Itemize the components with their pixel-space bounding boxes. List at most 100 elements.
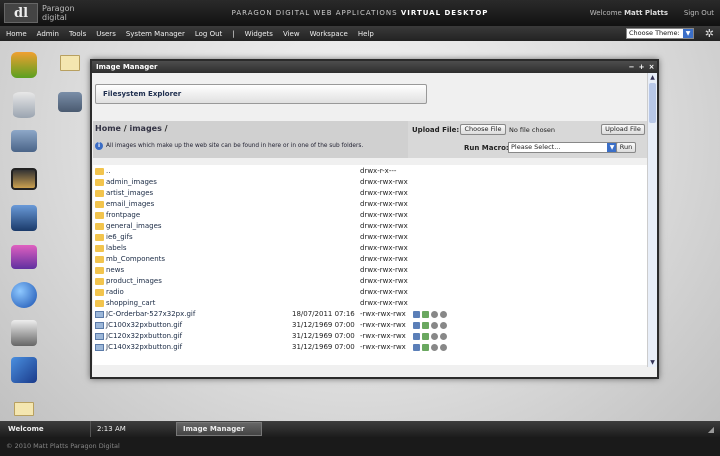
file-row[interactable]: JC140x32pxbutton.gif 31/12/1969 07:00 -rwx… [93, 342, 648, 353]
menu-widgets[interactable]: Widgets [245, 30, 273, 38]
image-preview-icon[interactable] [422, 333, 429, 340]
folder-row[interactable]: shopping_cart drwx-rwx-rwx [93, 298, 648, 309]
folder-row[interactable]: mb_Components drwx-rwx-rwx [93, 254, 648, 265]
globe-icon[interactable] [11, 282, 37, 308]
folder-row[interactable]: labels drwx-rwx-rwx [93, 243, 648, 254]
menu-tools[interactable]: Tools [69, 30, 86, 38]
menu-log-out[interactable]: Log Out [195, 30, 222, 38]
close-icon[interactable]: × [648, 62, 655, 72]
file-list: .. drwx-r-x--- admin_images drwx-rwx-rwx art… [93, 165, 648, 365]
file-name[interactable]: mb_Components [106, 254, 165, 265]
scrollbar[interactable]: ▲ ▼ [647, 73, 657, 367]
info-circle-icon[interactable] [431, 311, 438, 318]
file-name[interactable]: JC-Orderbar-527x32px.gif [106, 309, 195, 320]
taskbar-item-image-manager[interactable]: Image Manager [176, 422, 262, 436]
camera-icon[interactable] [11, 205, 37, 231]
image-gallery-icon[interactable] [11, 245, 37, 269]
delete-circle-icon[interactable] [440, 333, 447, 340]
gear-icon[interactable]: ✲ [705, 27, 714, 40]
menu-system-manager[interactable]: System Manager [126, 30, 185, 38]
breadcrumb-home[interactable]: Home [95, 124, 121, 133]
show-desktop-icon[interactable]: ◢ [708, 425, 714, 434]
drawer-icon[interactable] [11, 130, 37, 152]
photo-icon[interactable] [11, 168, 37, 190]
image-preview-icon[interactable] [422, 322, 429, 329]
folder-row[interactable]: .. drwx-r-x--- [93, 166, 648, 177]
theme-select[interactable]: Choose Theme: ▼ [626, 28, 694, 39]
filesystem-explorer-button[interactable]: Filesystem Explorer [95, 84, 427, 104]
file-name[interactable]: JC120x32pxbutton.gif [106, 331, 182, 342]
monitor-icon[interactable] [413, 311, 420, 318]
folder-row[interactable]: news drwx-rwx-rwx [93, 265, 648, 276]
folder-row[interactable]: email_images drwx-rwx-rwx [93, 199, 648, 210]
scroll-down-icon[interactable]: ▼ [648, 358, 657, 367]
image-preview-icon[interactable] [422, 344, 429, 351]
folder-icon [95, 179, 104, 186]
info-circle-icon[interactable] [431, 333, 438, 340]
file-name[interactable]: frontpage [106, 210, 140, 221]
choose-file-button[interactable]: Choose File [460, 124, 506, 135]
maximize-icon[interactable]: + [638, 62, 645, 72]
file-name[interactable]: admin_images [106, 177, 157, 188]
image-preview-icon[interactable] [422, 311, 429, 318]
file-row[interactable]: JC-Orderbar-527x32px.gif 18/07/2011 07:16… [93, 309, 648, 320]
file-permissions: drwx-rwx-rwx [360, 233, 408, 241]
database-stack-icon[interactable] [11, 52, 37, 78]
folder-row[interactable]: frontpage drwx-rwx-rwx [93, 210, 648, 221]
sign-out-link[interactable]: Sign Out [684, 9, 714, 17]
folder-row[interactable]: artist_images drwx-rwx-rwx [93, 188, 648, 199]
file-name[interactable]: JC100x32pxbutton.gif [106, 320, 182, 331]
edit-tool-icon[interactable] [11, 357, 37, 383]
delete-circle-icon[interactable] [440, 344, 447, 351]
menu-home[interactable]: Home [6, 30, 27, 38]
file-row[interactable]: JC120x32pxbutton.gif 31/12/1969 07:00 -rwx… [93, 331, 648, 342]
folder-row[interactable]: ie6_gifs drwx-rwx-rwx [93, 232, 648, 243]
file-permissions: -rwx-rwx-rwx [360, 310, 406, 318]
folder-row[interactable]: product_images drwx-rwx-rwx [93, 276, 648, 287]
info-circle-icon[interactable] [431, 344, 438, 351]
monitor-icon[interactable] [413, 322, 420, 329]
scroll-up-icon[interactable]: ▲ [648, 73, 657, 82]
folder-row[interactable]: radio drwx-rwx-rwx [93, 287, 648, 298]
delete-circle-icon[interactable] [440, 322, 447, 329]
upload-file-button[interactable]: Upload File [601, 124, 645, 135]
file-row[interactable]: JC100x32pxbutton.gif 31/12/1969 07:00 -rwx… [93, 320, 648, 331]
minimize-icon[interactable]: − [628, 62, 635, 72]
run-button[interactable]: Run [616, 142, 636, 153]
delete-circle-icon[interactable] [440, 311, 447, 318]
file-name[interactable]: product_images [106, 276, 162, 287]
folder-row[interactable]: admin_images drwx-rwx-rwx [93, 177, 648, 188]
window-title-bar[interactable]: Image Manager − + × [92, 61, 657, 73]
folder-icon [95, 256, 104, 263]
file-name[interactable]: ie6_gifs [106, 232, 133, 243]
file-name[interactable]: news [106, 265, 124, 276]
breadcrumb-images[interactable]: images [129, 124, 161, 133]
scroll-thumb[interactable] [649, 83, 656, 123]
file-name[interactable]: email_images [106, 199, 154, 210]
menu-admin[interactable]: Admin [37, 30, 59, 38]
file-name[interactable]: shopping_cart [106, 298, 155, 309]
file-permissions: drwx-r-x--- [360, 167, 397, 175]
taskbar-welcome[interactable]: Welcome [8, 425, 44, 433]
upload-panel: Upload File: Choose File No file chosen … [408, 121, 648, 158]
file-name[interactable]: JC140x32pxbutton.gif [106, 342, 182, 353]
file-name[interactable]: radio [106, 287, 124, 298]
monitor-icon[interactable] [413, 344, 420, 351]
menu-workspace[interactable]: Workspace [310, 30, 348, 38]
user-computer-icon[interactable] [11, 320, 37, 346]
envelope-icon[interactable] [14, 402, 34, 416]
folder-row[interactable]: general_images drwx-rwx-rwx [93, 221, 648, 232]
menu-users[interactable]: Users [96, 30, 116, 38]
folder-icon[interactable] [58, 92, 82, 112]
file-name[interactable]: .. [106, 166, 110, 177]
macro-select[interactable]: Please Select... ▼ [508, 142, 618, 153]
mail-icon[interactable] [60, 55, 80, 71]
monitor-icon[interactable] [413, 333, 420, 340]
file-name[interactable]: general_images [106, 221, 162, 232]
menu-view[interactable]: View [283, 30, 300, 38]
database-icon[interactable] [13, 92, 35, 118]
file-name[interactable]: labels [106, 243, 127, 254]
info-circle-icon[interactable] [431, 322, 438, 329]
menu-help[interactable]: Help [358, 30, 374, 38]
file-name[interactable]: artist_images [106, 188, 153, 199]
